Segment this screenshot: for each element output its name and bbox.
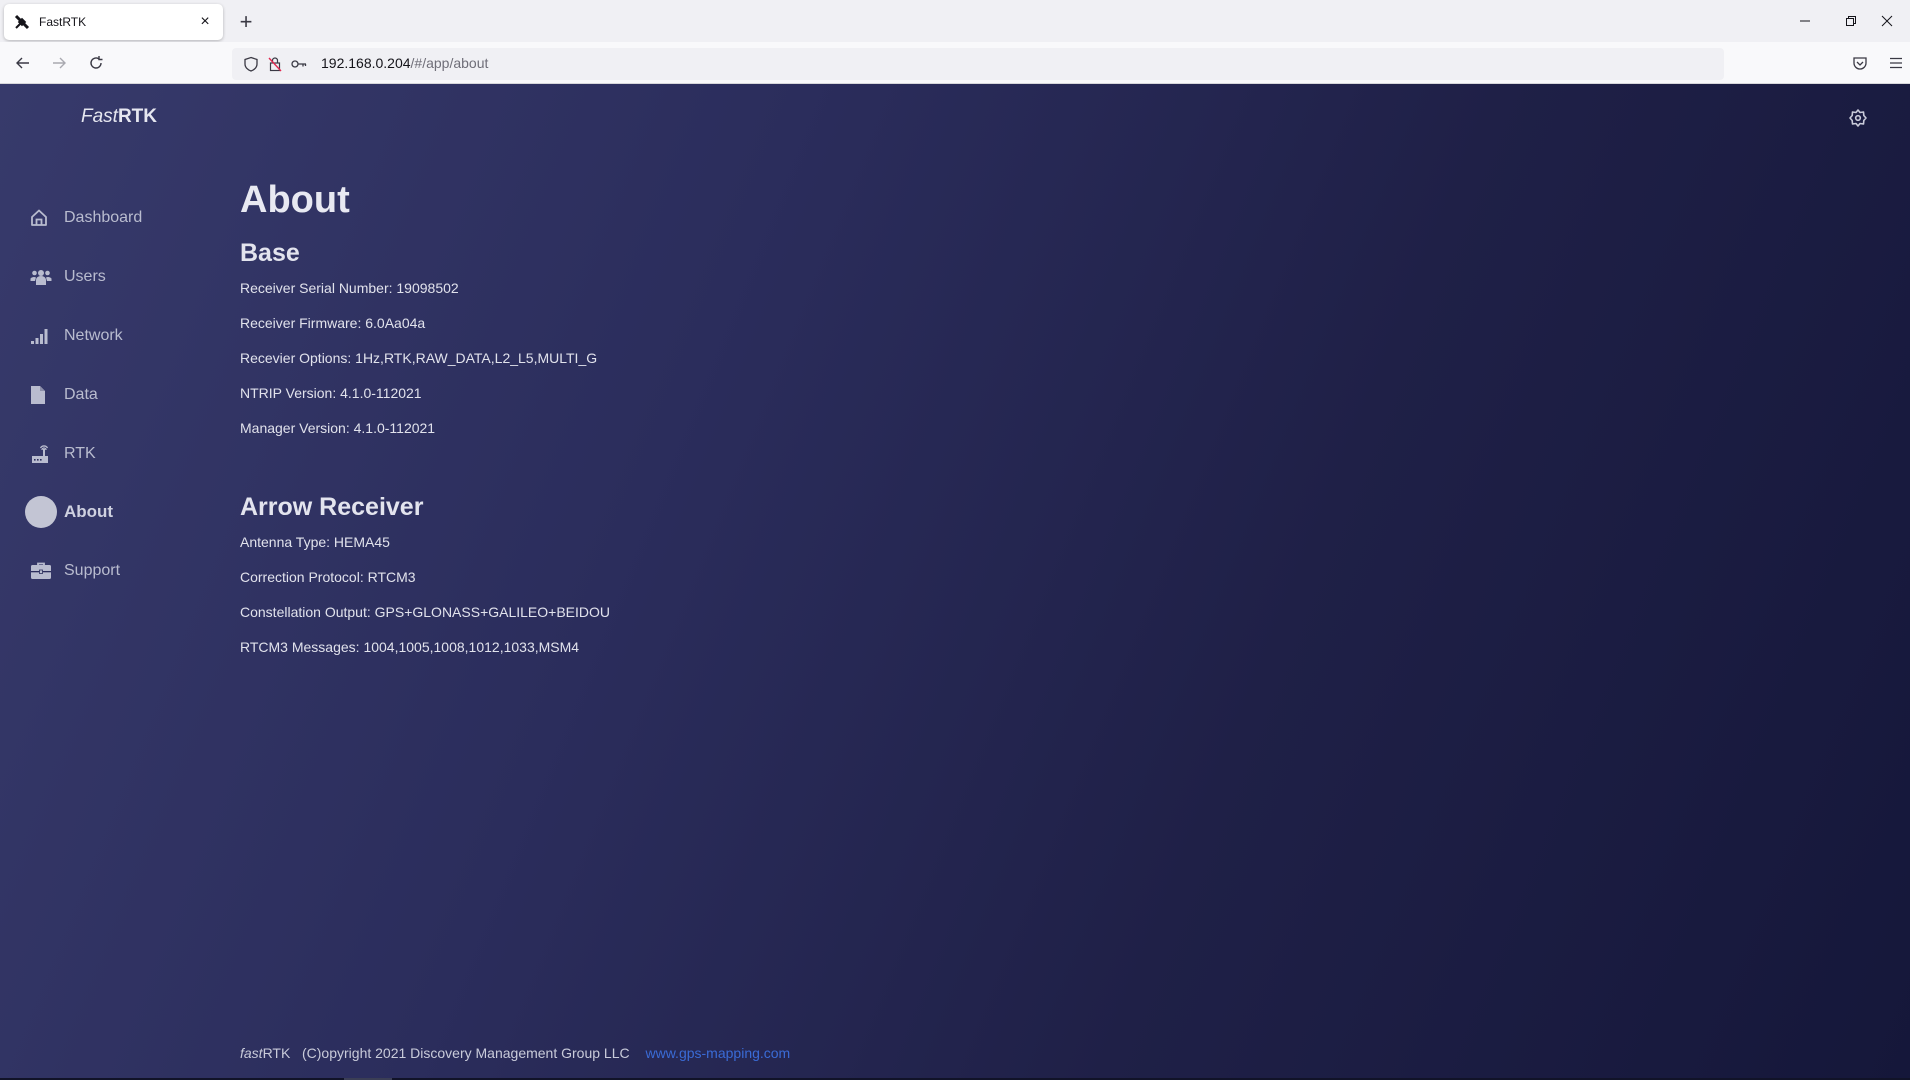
forward-button[interactable] [45, 49, 73, 77]
minimize-button[interactable] [1782, 0, 1828, 42]
reload-icon [90, 56, 103, 69]
footer-website-link[interactable]: www.gps-mapping.com [646, 1045, 791, 1061]
info-line: Recevier Options: 1Hz,RTK,RAW_DATA,L2_L5… [240, 350, 598, 366]
back-button[interactable] [9, 49, 37, 77]
sidebar-item-label: Dashboard [64, 209, 143, 226]
page-title: About [240, 179, 350, 221]
restore-icon [1846, 16, 1856, 26]
section-heading: Base [240, 239, 300, 267]
sidebar-item-label: Users [64, 268, 106, 285]
browser-tab[interactable]: FastRTK × [4, 4, 223, 40]
info-line: Receiver Firmware: 6.0Aa04a [240, 315, 426, 331]
logo-italic: Fast [81, 106, 118, 127]
new-tab-button[interactable]: + [234, 8, 258, 36]
app-page: FastRTK Dashboard Users Network Data RTK… [0, 84, 1910, 1080]
reload-button[interactable] [82, 49, 110, 77]
info-line: NTRIP Version: 4.1.0-112021 [240, 385, 422, 401]
sidebar-item-users[interactable]: Users [20, 257, 220, 297]
sidebar-item-about[interactable]: About [20, 492, 220, 532]
sidebar-item-network[interactable]: Network [20, 316, 220, 356]
sidebar-item-label: Support [64, 562, 121, 579]
sidebar-item-label: Network [64, 327, 123, 344]
app-logo[interactable]: FastRTK [81, 106, 157, 128]
info-line: Correction Protocol: RTCM3 [240, 569, 416, 585]
sidebar-item-dashboard[interactable]: Dashboard [20, 198, 220, 238]
sidebar-item-label: About [64, 502, 114, 521]
arrow-left-icon [16, 57, 29, 69]
window-close-button[interactable] [1864, 0, 1910, 42]
users-icon [20, 261, 62, 293]
pocket-icon [1853, 57, 1867, 70]
hamburger-menu-icon [1890, 57, 1902, 69]
sidebar-item-label: Data [64, 386, 98, 403]
sidebar-item-data[interactable]: Data [20, 375, 220, 415]
footer: fastRTK (C)opyright 2021 Discovery Manag… [240, 1045, 790, 1061]
insecure-lock-icon[interactable] [266, 55, 284, 73]
pocket-button[interactable] [1846, 49, 1874, 77]
router-icon [20, 438, 62, 470]
section-heading: Arrow Receiver [240, 493, 424, 521]
sidebar-item-rtk[interactable]: RTK [20, 434, 220, 474]
signal-icon [20, 320, 62, 352]
briefcase-icon [20, 555, 62, 587]
footer-copyright: (C)opyright 2021 Discovery Management Gr… [302, 1045, 630, 1061]
circle-icon [20, 496, 62, 528]
url-host: 192.168.0.204 [321, 55, 411, 71]
info-line: Antenna Type: HEMA45 [240, 534, 390, 550]
url-text[interactable]: 192.168.0.204/#/app/about [321, 55, 488, 71]
tab-close-button[interactable]: × [197, 14, 213, 30]
footer-brand: RTK [262, 1045, 291, 1061]
close-icon [1881, 15, 1893, 27]
sidebar-item-support[interactable]: Support [20, 551, 220, 591]
tab-title: FastRTK [39, 15, 87, 29]
info-line: Receiver Serial Number: 19098502 [240, 280, 459, 296]
logo-bold: RTK [117, 106, 158, 127]
settings-button[interactable] [1848, 108, 1868, 128]
home-icon [20, 202, 62, 234]
satellite-icon [14, 14, 30, 30]
url-path: /#/app/about [410, 55, 489, 71]
key-icon[interactable] [290, 55, 308, 73]
menu-button[interactable] [1882, 49, 1910, 77]
info-line: Constellation Output: GPS+GLONASS+GALILE… [240, 604, 611, 620]
sidebar-item-label: RTK [64, 445, 96, 462]
info-line: Manager Version: 4.1.0-112021 [240, 420, 436, 436]
footer-brand-italic: fast [240, 1045, 263, 1061]
arrow-right-icon [53, 57, 66, 69]
minimize-icon [1800, 20, 1810, 22]
file-icon [20, 379, 62, 411]
gear-icon [1849, 109, 1867, 127]
browser-tab-bar: FastRTK × + [0, 0, 1910, 42]
shield-icon[interactable] [242, 55, 260, 73]
info-line: RTCM3 Messages: 1004,1005,1008,1012,1033… [240, 639, 580, 655]
